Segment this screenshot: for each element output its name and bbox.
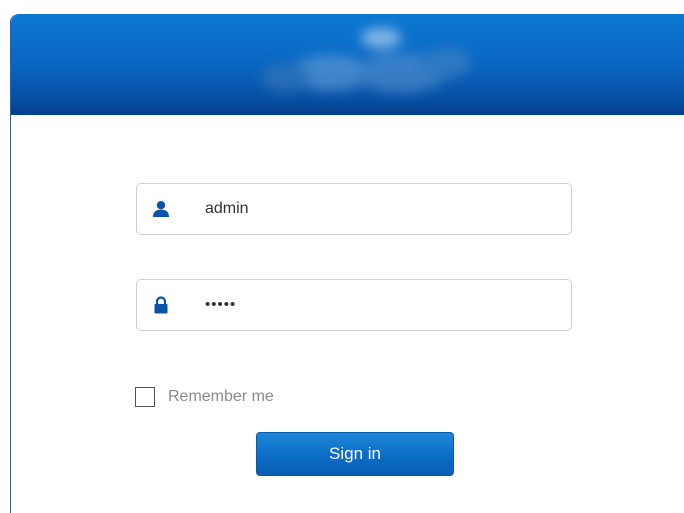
sign-in-button[interactable]: Sign in (256, 432, 454, 476)
remember-me[interactable]: Remember me (135, 386, 274, 408)
username-field[interactable]: admin (136, 183, 572, 235)
remember-me-label: Remember me (168, 388, 274, 405)
remember-me-checkbox[interactable] (135, 387, 155, 407)
login-page: admin ••••• Remember me Sign in (0, 0, 684, 513)
password-field[interactable]: ••••• (136, 279, 572, 331)
blurred-logo-image (261, 28, 471, 93)
login-card: admin ••••• Remember me Sign in (10, 14, 684, 513)
lock-icon (154, 296, 168, 314)
header-divider (11, 113, 684, 115)
username-value: admin (205, 200, 249, 217)
header-banner (11, 14, 684, 114)
password-value: ••••• (205, 296, 237, 313)
user-icon (153, 201, 169, 217)
